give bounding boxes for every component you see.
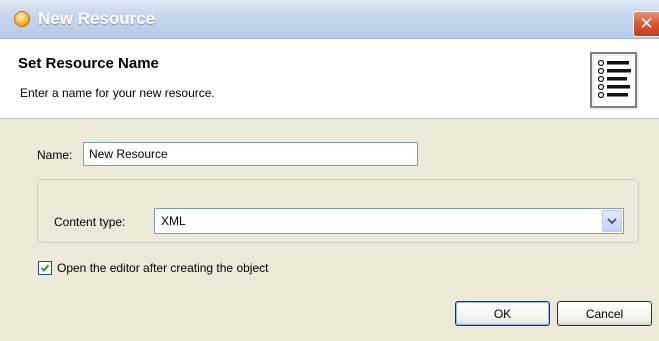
wizard-banner: Set Resource Name Enter a name for your … xyxy=(0,39,659,119)
banner-description: Enter a name for your new resource. xyxy=(20,86,215,100)
banner-title: Set Resource Name xyxy=(18,55,159,72)
new-resource-dialog: New Resource ✕ Set Resource Name Enter a… xyxy=(0,0,659,341)
cancel-button[interactable]: Cancel xyxy=(557,301,652,326)
resource-icon xyxy=(14,11,30,27)
title-bar[interactable]: New Resource ✕ xyxy=(0,0,659,39)
name-field[interactable] xyxy=(83,142,418,166)
checkmark-icon xyxy=(40,264,50,272)
content-type-value: XML xyxy=(161,214,186,228)
open-editor-checkbox[interactable] xyxy=(38,261,52,275)
open-editor-label[interactable]: Open the editor after creating the objec… xyxy=(57,261,268,275)
dropdown-button[interactable] xyxy=(602,210,622,232)
close-icon: ✕ xyxy=(639,14,654,33)
content-type-label: Content type: xyxy=(54,215,126,229)
document-list-icon xyxy=(590,52,639,110)
chevron-down-icon xyxy=(607,218,617,225)
ok-button[interactable]: OK xyxy=(455,301,550,326)
close-button[interactable]: ✕ xyxy=(633,11,659,37)
window-title: New Resource xyxy=(38,9,156,28)
name-label: Name: xyxy=(37,148,73,162)
content-type-select[interactable]: XML xyxy=(154,208,624,234)
